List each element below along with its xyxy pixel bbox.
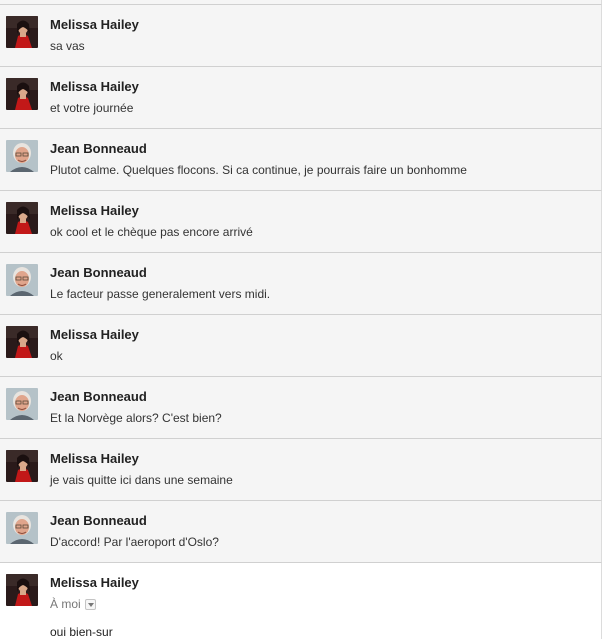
avatar-jean[interactable] [6, 140, 38, 172]
avatar-melissa[interactable] [6, 326, 38, 358]
message-row[interactable]: Jean Bonneaud D'accord! Par l'aeroport d… [0, 501, 602, 563]
message-sender: Melissa Hailey [50, 327, 139, 342]
avatar-melissa[interactable] [6, 450, 38, 482]
avatar-jean[interactable] [6, 264, 38, 296]
message-sender: Jean Bonneaud [50, 513, 147, 528]
avatar-melissa[interactable] [6, 574, 38, 606]
open-message: Melissa Hailey À moi oui bien-sur [0, 563, 602, 639]
message-row[interactable]: Jean Bonneaud Plutot calme. Quelques flo… [0, 129, 602, 191]
recipient-label: À moi [50, 597, 81, 611]
message-snippet: sa vas [50, 39, 85, 53]
avatar-jean[interactable] [6, 388, 38, 420]
message-sender: Jean Bonneaud [50, 141, 147, 156]
message-snippet: Plutot calme. Quelques flocons. Si ca co… [50, 163, 467, 177]
message-sender: Melissa Hailey [50, 17, 139, 32]
message-snippet: ok cool et le chèque pas encore arrivé [50, 225, 253, 239]
avatar-melissa[interactable] [6, 202, 38, 234]
message-row[interactable]: Melissa Hailey et votre journée [0, 67, 602, 129]
message-row[interactable]: Melissa Hailey ok [0, 315, 602, 377]
message-snippet: je vais quitte ici dans une semaine [50, 473, 233, 487]
message-sender: Melissa Hailey [50, 451, 139, 466]
message-sender: Jean Bonneaud [50, 265, 147, 280]
details-dropdown-icon[interactable] [84, 598, 96, 610]
message-snippet: Le facteur passe generalement vers midi. [50, 287, 271, 301]
message-snippet: Et la Norvège alors? C'est bien? [50, 411, 222, 425]
message-row[interactable]: Jean Bonneaud Le facteur passe generalem… [0, 253, 602, 315]
message-snippet: ok [50, 349, 63, 363]
message-row[interactable]: Melissa Hailey je vais quitte ici dans u… [0, 439, 602, 501]
open-message-recipient: À moi [50, 596, 96, 612]
message-row[interactable]: Melissa Hailey ok cool et le chèque pas … [0, 191, 602, 253]
message-sender: Jean Bonneaud [50, 389, 147, 404]
message-snippet: et votre journée [50, 101, 134, 115]
conversation-thread: Melissa Hailey sa vas Melissa Hailey et … [0, 0, 602, 642]
message-sender: Melissa Hailey [50, 79, 139, 94]
avatar-melissa[interactable] [6, 16, 38, 48]
avatar-jean[interactable] [6, 512, 38, 544]
open-message-body: oui bien-sur [50, 625, 113, 639]
message-row[interactable]: Jean Bonneaud Et la Norvège alors? C'est… [0, 377, 602, 439]
open-message-sender[interactable]: Melissa Hailey [50, 575, 139, 591]
avatar-melissa[interactable] [6, 78, 38, 110]
message-row[interactable]: Melissa Hailey sa vas [0, 5, 602, 67]
message-sender: Melissa Hailey [50, 203, 139, 218]
message-snippet: D'accord! Par l'aeroport d'Oslo? [50, 535, 219, 549]
